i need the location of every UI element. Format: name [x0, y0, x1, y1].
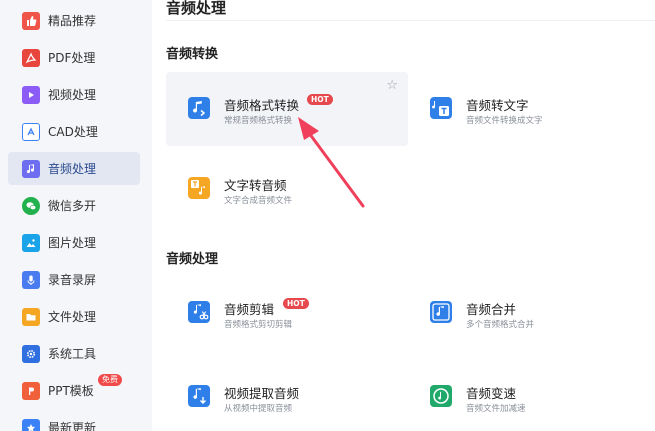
section-title-audio-convert: 音频转换	[166, 47, 219, 62]
hot-badge: HOT	[283, 298, 309, 309]
card-title: 音频转文字	[466, 98, 529, 113]
card-title: 音频格式转换	[224, 98, 300, 113]
sidebar-item-label: 视频处理	[48, 88, 97, 102]
sidebar-item-wechat[interactable]: 微信多开	[8, 189, 140, 222]
sidebar-item-updates[interactable]: 最新更新	[8, 411, 140, 431]
card-title: 音频合并	[466, 302, 517, 317]
card-desc: 文字合成音频文件	[224, 196, 293, 206]
audio-speed-icon	[430, 385, 452, 407]
cad-icon	[22, 122, 40, 141]
sidebar-item-label: 微信多开	[48, 199, 97, 213]
card-desc: 从视频中提取音频	[224, 404, 293, 414]
sidebar-item-label: PPT模板	[48, 384, 94, 398]
sidebar: 精品推荐 PDF处理 视频处理 CAD处理 音频处理 微信多开 图片处理 录音录…	[0, 0, 152, 431]
sidebar-item-recommended[interactable]: 精品推荐	[8, 4, 140, 37]
sidebar-item-label: 精品推荐	[48, 14, 97, 28]
card-video-extract-audio[interactable]: 视频提取音频 从视频中提取音频	[166, 360, 408, 431]
sidebar-item-label: 最新更新	[48, 421, 97, 431]
card-audio-format-convert[interactable]: 音频格式转换 HOT 常规音频格式转换 ☆	[166, 72, 408, 146]
folder-icon	[22, 307, 40, 326]
free-badge: 免费	[98, 374, 122, 386]
thumbs-up-icon	[22, 11, 40, 30]
card-desc: 音频格式剪切剪辑	[224, 320, 293, 330]
card-audio-speed[interactable]: 音频变速 音频文件加减速	[408, 360, 650, 431]
sidebar-item-image[interactable]: 图片处理	[8, 226, 140, 259]
card-desc: 常规音频格式转换	[224, 116, 293, 126]
card-text-to-audio[interactable]: 文字转音频 文字合成音频文件	[166, 152, 408, 226]
sidebar-item-label: 图片处理	[48, 236, 97, 250]
sidebar-item-label: PDF处理	[48, 51, 96, 65]
section-title-audio-process: 音频处理	[166, 252, 219, 267]
sidebar-item-system[interactable]: 系统工具	[8, 337, 140, 370]
card-audio-merge[interactable]: 音频合并 多个音频格式合并	[408, 276, 650, 350]
pdf-icon	[22, 48, 40, 67]
microphone-icon	[22, 270, 40, 289]
music-icon	[22, 159, 40, 178]
sidebar-item-label: 录音录屏	[48, 273, 97, 287]
sidebar-item-label: 系统工具	[48, 347, 97, 361]
video-extract-audio-icon	[188, 385, 210, 407]
card-audio-to-text[interactable]: 音频转文字 音频文件转换成文字	[408, 72, 650, 146]
page-title: 音频处理	[166, 0, 227, 17]
sidebar-item-video[interactable]: 视频处理	[8, 78, 140, 111]
card-title: 音频变速	[466, 386, 517, 401]
star-icon[interactable]: ☆	[386, 78, 398, 93]
sidebar-item-cad[interactable]: CAD处理	[8, 115, 140, 148]
card-title: 文字转音频	[224, 178, 287, 193]
card-desc: 多个音频格式合并	[466, 320, 535, 330]
ppt-icon	[22, 381, 40, 400]
gear-icon	[22, 344, 40, 363]
hot-badge: HOT	[307, 94, 333, 105]
audio-merge-icon	[430, 301, 452, 323]
sidebar-item-recording[interactable]: 录音录屏	[8, 263, 140, 296]
update-icon	[22, 418, 40, 431]
main-content: 音频处理 音频转换 音频格式转换 HOT 常规音频格式转换 ☆ 音频转文字 音频…	[152, 0, 655, 431]
wechat-icon	[22, 196, 40, 215]
card-title: 视频提取音频	[224, 386, 300, 401]
text-to-audio-icon	[188, 177, 210, 199]
audio-cut-icon	[188, 301, 210, 323]
audio-to-text-icon	[430, 97, 452, 119]
sidebar-item-label: CAD处理	[48, 125, 98, 139]
card-title: 音频剪辑	[224, 302, 275, 317]
sidebar-item-label: 文件处理	[48, 310, 97, 324]
sidebar-item-ppt[interactable]: PPT模板 免费	[8, 374, 140, 407]
divider	[166, 20, 655, 21]
video-icon	[22, 85, 40, 104]
audio-convert-icon	[188, 97, 210, 119]
card-desc: 音频文件加减速	[466, 404, 526, 414]
sidebar-item-audio[interactable]: 音频处理	[8, 152, 140, 185]
sidebar-item-file[interactable]: 文件处理	[8, 300, 140, 333]
card-desc: 音频文件转换成文字	[466, 116, 543, 126]
sidebar-item-pdf[interactable]: PDF处理	[8, 41, 140, 74]
card-audio-cut[interactable]: 音频剪辑 HOT 音频格式剪切剪辑	[166, 276, 408, 350]
image-icon	[22, 233, 40, 252]
sidebar-item-label: 音频处理	[48, 162, 97, 176]
